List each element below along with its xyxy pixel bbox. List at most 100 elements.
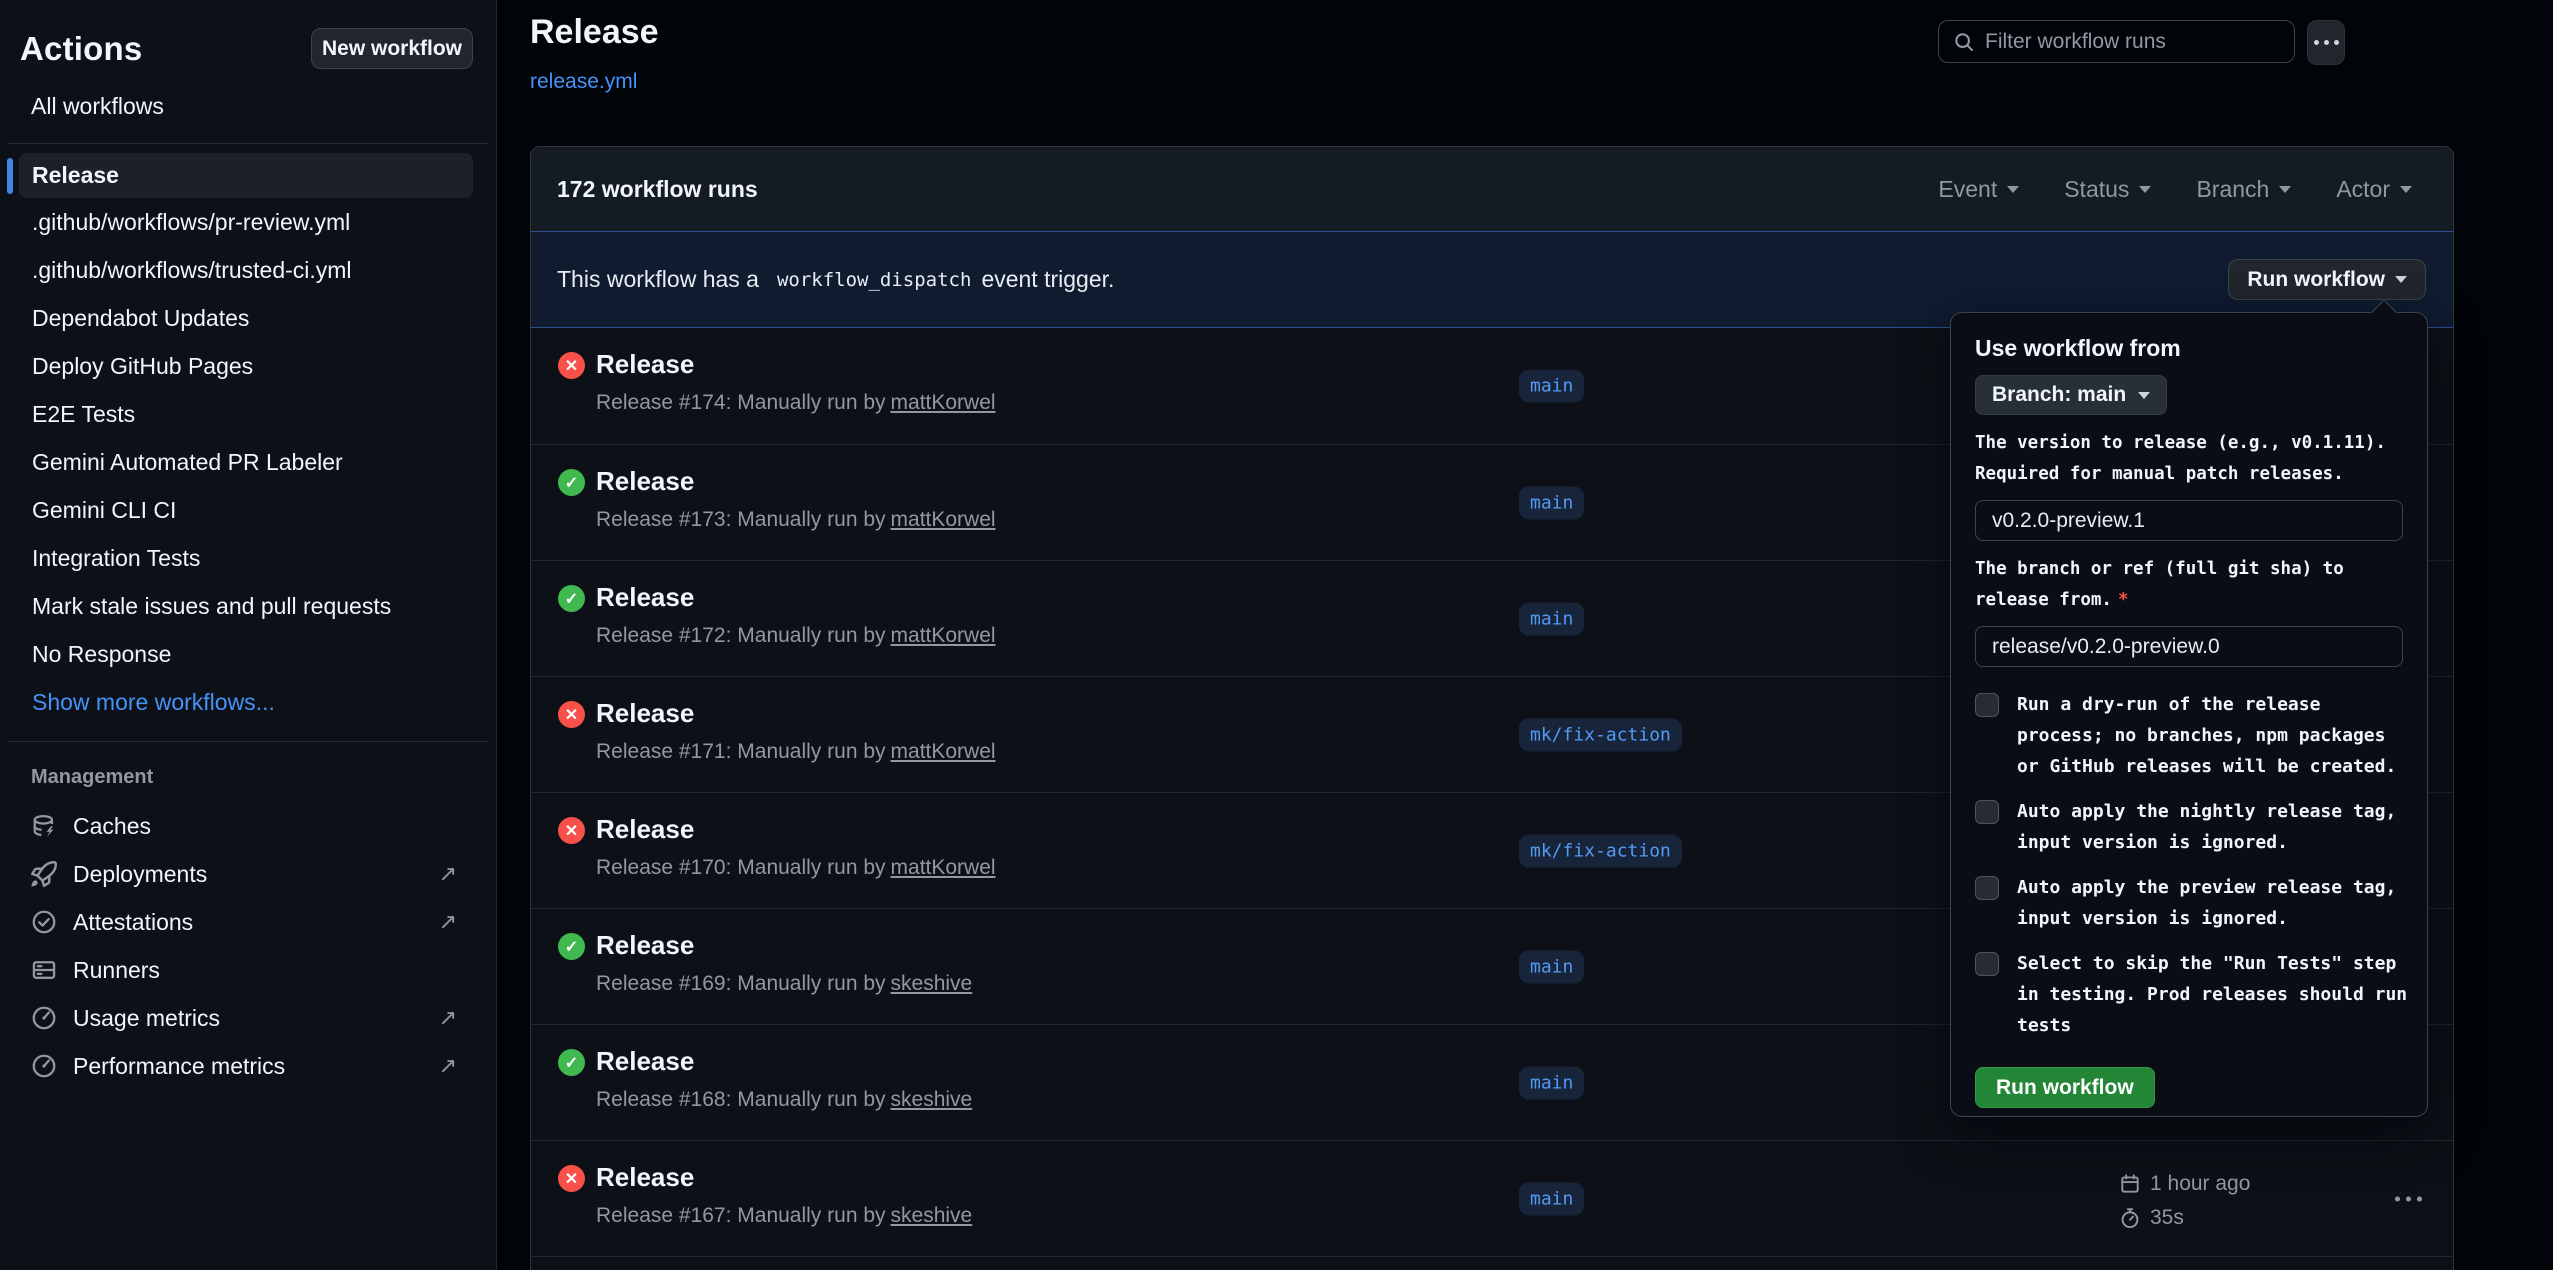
run-options-kebab-button[interactable] (2387, 1188, 2430, 1209)
show-more-workflows-link[interactable]: Show more workflows... (0, 678, 497, 726)
branch-badge[interactable]: main (1519, 486, 1584, 519)
run-status-icon (558, 701, 585, 728)
calendar-icon (2119, 1173, 2141, 1195)
checkbox-box[interactable] (1975, 952, 1999, 976)
run-title-link[interactable]: Release (596, 698, 694, 729)
status-filter-dropdown[interactable]: Status (2064, 176, 2151, 203)
nightly-tag-checkbox[interactable]: Auto apply the nightly release tag, inpu… (1975, 796, 2403, 858)
preview-tag-checkbox[interactable]: Auto apply the preview release tag, inpu… (1975, 872, 2403, 934)
run-description: Release #174: Manually run bymattKorwel (596, 391, 996, 415)
chevron-down-icon (2400, 186, 2412, 193)
required-asterisk: * (2118, 590, 2129, 610)
sidebar-item-workflow[interactable]: Integration Tests (0, 534, 497, 582)
sidebar-item-runners[interactable]: Runners (0, 946, 497, 994)
version-input[interactable] (1975, 500, 2403, 541)
run-actor-link[interactable]: skeshive (891, 1088, 973, 1111)
run-title-link[interactable]: Release (596, 466, 694, 497)
run-title-link[interactable]: Release (596, 582, 694, 613)
chevron-down-icon (2007, 186, 2019, 193)
filter-workflow-runs-input[interactable]: Filter workflow runs (1938, 20, 2295, 63)
run-time-ago: 1 hour ago (2150, 1172, 2250, 1196)
branch-badge[interactable]: main (1519, 1066, 1584, 1099)
run-status-icon (558, 933, 585, 960)
workflow-run-row-partial (531, 1256, 2453, 1270)
meter-icon (31, 1005, 57, 1031)
sidebar-item-workflow[interactable]: Gemini Automated PR Labeler (0, 438, 497, 486)
run-actor-link[interactable]: skeshive (891, 1204, 973, 1227)
sidebar-item-workflow[interactable]: Gemini CLI CI (0, 486, 497, 534)
sidebar-item-workflow[interactable]: Dependabot Updates (0, 294, 497, 342)
checkbox-box[interactable] (1975, 876, 1999, 900)
sidebar-item-performance-metrics[interactable]: Performance metrics ↗ (0, 1042, 497, 1090)
actor-filter-dropdown[interactable]: Actor (2336, 176, 2412, 203)
branch-select-button[interactable]: Branch: main (1975, 375, 2167, 415)
run-actor-link[interactable]: mattKorwel (891, 508, 996, 531)
checkbox-label: Run a dry-run of the release process; no… (2017, 689, 2396, 782)
run-title-link[interactable]: Release (596, 349, 694, 380)
skip-tests-checkbox[interactable]: Select to skip the "Run Tests" step in t… (1975, 948, 2403, 1041)
run-description: Release #171: Manually run bymattKorwel (596, 740, 996, 764)
sidebar-item-attestations[interactable]: Attestations ↗ (0, 898, 497, 946)
run-title-link[interactable]: Release (596, 1046, 694, 1077)
branch-badge[interactable]: main (1519, 1182, 1584, 1215)
sidebar-item-deployments[interactable]: Deployments ↗ (0, 850, 497, 898)
checkbox-box[interactable] (1975, 800, 1999, 824)
run-title-link[interactable]: Release (596, 1162, 694, 1193)
sidebar-item-caches[interactable]: Caches (0, 802, 497, 850)
cache-icon (31, 813, 57, 839)
branch-badge[interactable]: main (1519, 370, 1584, 403)
run-workflow-dropdown-button[interactable]: Run workflow (2228, 259, 2426, 300)
workflow-run-row: Release Release #167: Manually run byske… (531, 1140, 2453, 1256)
stopwatch-icon (2119, 1207, 2141, 1229)
run-duration: 35s (2150, 1206, 2184, 1230)
run-actor-link[interactable]: mattKorwel (891, 740, 996, 763)
branch-badge[interactable]: mk/fix-action (1519, 834, 1682, 867)
ref-input-description: The branch or ref (full git sha) to rele… (1975, 554, 2403, 616)
sidebar-item-release[interactable]: Release (19, 153, 473, 198)
run-description: Release #173: Manually run bymattKorwel (596, 508, 996, 532)
run-title-link[interactable]: Release (596, 930, 694, 961)
run-actor-link[interactable]: skeshive (891, 972, 973, 995)
sidebar-divider (8, 143, 488, 144)
actions-sidebar: Actions New workflow All workflows Relea… (0, 0, 497, 1270)
run-actor-link[interactable]: mattKorwel (891, 391, 996, 414)
sidebar-item-workflow[interactable]: E2E Tests (0, 390, 497, 438)
sidebar-item-workflow[interactable]: No Response (0, 630, 497, 678)
run-status-icon (558, 1165, 585, 1192)
branch-badge[interactable]: main (1519, 602, 1584, 635)
ref-input[interactable] (1975, 626, 2403, 667)
checkbox-box[interactable] (1975, 693, 1999, 717)
chevron-down-icon (2139, 186, 2151, 193)
sidebar-item-all-workflows[interactable]: All workflows (31, 93, 164, 120)
sidebar-item-workflow[interactable]: Mark stale issues and pull requests (0, 582, 497, 630)
runs-filter-bar: Event Status Branch Actor (1938, 147, 2412, 231)
workflow-file-link[interactable]: release.yml (530, 70, 637, 94)
runs-list-header: 172 workflow runs Event Status Branch Ac… (531, 147, 2453, 231)
run-workflow-submit-button[interactable]: Run workflow (1975, 1067, 2155, 1108)
run-status-icon (558, 585, 585, 612)
verified-icon (31, 909, 57, 935)
chevron-down-icon (2279, 186, 2291, 193)
sidebar-item-workflow[interactable]: Deploy GitHub Pages (0, 342, 497, 390)
checkbox-label: Auto apply the preview release tag, inpu… (2017, 872, 2396, 934)
workflow-dispatch-code: workflow_dispatch (777, 269, 971, 291)
dry-run-checkbox[interactable]: Run a dry-run of the release process; no… (1975, 689, 2403, 782)
run-actor-link[interactable]: mattKorwel (891, 624, 996, 647)
sidebar-item-workflow[interactable]: .github/workflows/pr-review.yml (0, 198, 497, 246)
workflow-options-kebab-button[interactable] (2307, 20, 2345, 65)
sidebar-item-usage-metrics[interactable]: Usage metrics ↗ (0, 994, 497, 1042)
branch-badge[interactable]: main (1519, 950, 1584, 983)
external-link-icon: ↗ (439, 861, 457, 887)
event-filter-dropdown[interactable]: Event (1938, 176, 2019, 203)
new-workflow-button[interactable]: New workflow (311, 28, 473, 69)
run-description: Release #169: Manually run byskeshive (596, 972, 972, 996)
run-title-link[interactable]: Release (596, 814, 694, 845)
run-actor-link[interactable]: mattKorwel (891, 856, 996, 879)
run-status-icon (558, 817, 585, 844)
meter-icon (31, 1053, 57, 1079)
branch-filter-dropdown[interactable]: Branch (2196, 176, 2291, 203)
branch-badge[interactable]: mk/fix-action (1519, 718, 1682, 751)
sidebar-item-workflow[interactable]: .github/workflows/trusted-ci.yml (0, 246, 497, 294)
panel-heading: Use workflow from (1975, 335, 2403, 362)
external-link-icon: ↗ (439, 909, 457, 935)
